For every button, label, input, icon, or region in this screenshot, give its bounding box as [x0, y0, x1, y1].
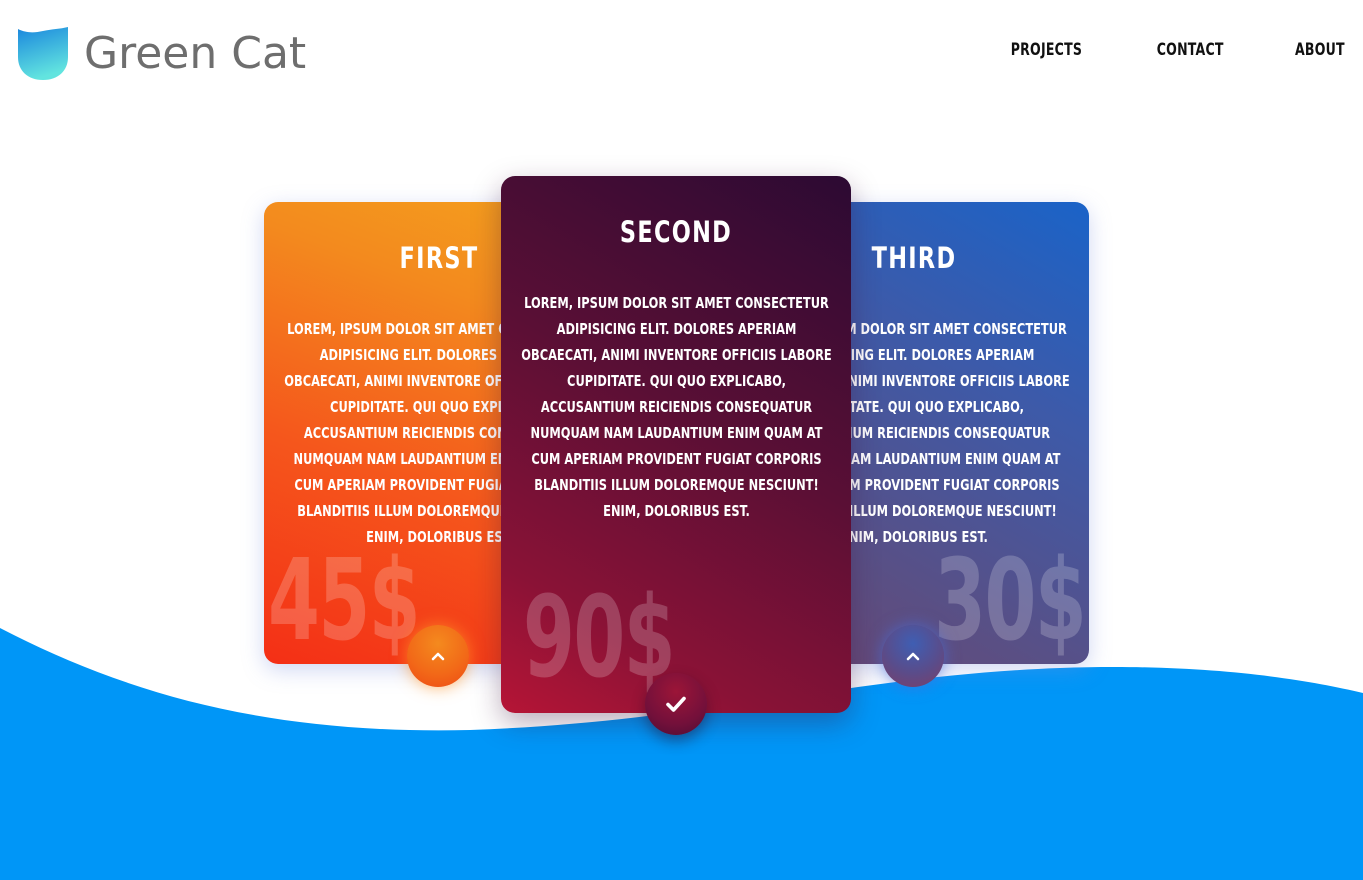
- chevron-up-icon: [906, 652, 920, 661]
- expand-button-third[interactable]: [882, 625, 944, 687]
- brand-logo[interactable]: Green Cat: [16, 26, 306, 82]
- check-icon: [666, 696, 686, 712]
- leaf-shield-icon: [18, 27, 68, 80]
- select-button-second[interactable]: [645, 673, 707, 735]
- expand-button-first[interactable]: [407, 625, 469, 687]
- card-price: 45$: [268, 536, 421, 664]
- card-price: 30$: [933, 536, 1087, 664]
- chevron-up-icon: [431, 652, 445, 661]
- nav-item-about[interactable]: ABOUT: [1295, 40, 1345, 60]
- nav-item-projects[interactable]: PROJECTS: [1011, 40, 1083, 60]
- brand-name: Green Cat: [84, 28, 307, 79]
- card-description: LOREM, IPSUM DOLOR SIT AMET CONSECTETUR …: [521, 294, 832, 520]
- pricing-card-second[interactable]: SECOND LOREM, IPSUM DOLOR SIT AMET CONSE…: [501, 176, 851, 713]
- main-nav: PROJECTS CONTACT ABOUT: [935, 40, 1345, 60]
- page: Green Cat PROJECTS CONTACT ABOUT FIRST L…: [0, 0, 1363, 880]
- card-title: SECOND: [619, 215, 733, 249]
- nav-item-contact[interactable]: CONTACT: [1157, 40, 1224, 60]
- card-price: 90$: [523, 573, 676, 703]
